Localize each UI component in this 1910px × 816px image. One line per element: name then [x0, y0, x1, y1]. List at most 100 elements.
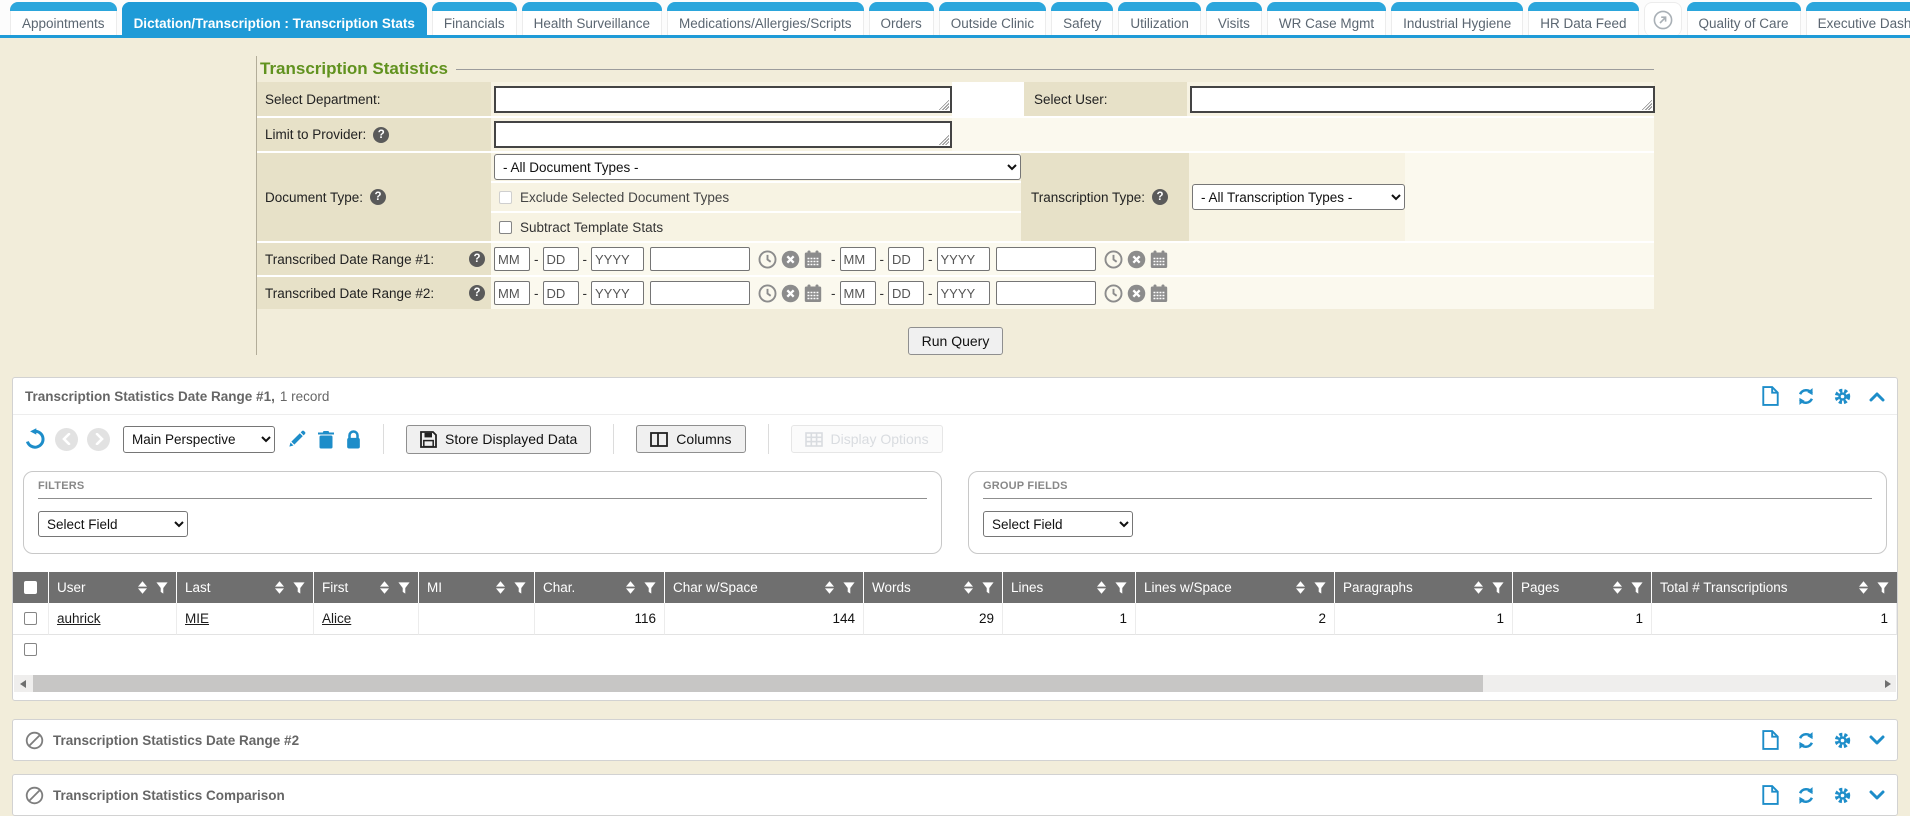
- clear-date-icon[interactable]: [1127, 250, 1146, 269]
- range1-end-year-input[interactable]: [937, 247, 990, 271]
- tab-utilization[interactable]: Utilization: [1118, 2, 1201, 36]
- edit-pencil-icon[interactable]: [287, 430, 306, 449]
- first-name-link[interactable]: Alice: [314, 603, 419, 635]
- filter-funnel-icon[interactable]: [644, 582, 656, 594]
- range2-end-month-input[interactable]: [840, 281, 876, 305]
- calendar-icon[interactable]: [804, 284, 822, 303]
- range1-start-year-input[interactable]: [591, 247, 644, 271]
- gear-icon[interactable]: [1833, 786, 1852, 805]
- next-perspective-icon[interactable]: [87, 428, 110, 451]
- calendar-icon[interactable]: [1150, 284, 1168, 303]
- tab-outside-clinic[interactable]: Outside Clinic: [939, 2, 1046, 36]
- range2-end-day-input[interactable]: [888, 281, 924, 305]
- refresh-icon[interactable]: [1796, 786, 1816, 805]
- help-icon[interactable]: ?: [469, 285, 485, 301]
- column-header-mi[interactable]: MI: [419, 572, 535, 603]
- filter-funnel-icon[interactable]: [1492, 582, 1504, 594]
- collapse-chevron-up-icon[interactable]: [1869, 391, 1885, 402]
- row-checkbox[interactable]: [24, 612, 37, 625]
- sort-icon[interactable]: [138, 581, 147, 594]
- filter-funnel-icon[interactable]: [1115, 582, 1127, 594]
- column-header-lines-w-space[interactable]: Lines w/Space: [1136, 572, 1335, 603]
- tab-safety[interactable]: Safety: [1051, 2, 1113, 36]
- help-icon[interactable]: ?: [370, 189, 386, 205]
- tab-dictation-transcription[interactable]: Dictation/Transcription : Transcription …: [122, 2, 427, 36]
- new-document-icon[interactable]: [1762, 785, 1779, 805]
- range1-start-time-input[interactable]: [650, 247, 750, 271]
- run-query-button[interactable]: Run Query: [908, 327, 1004, 355]
- range2-start-time-input[interactable]: [650, 281, 750, 305]
- column-header-total-transcriptions[interactable]: Total # Transcriptions: [1652, 572, 1897, 603]
- range2-end-time-input[interactable]: [996, 281, 1096, 305]
- select-department-input[interactable]: [494, 86, 952, 113]
- range2-start-day-input[interactable]: [543, 281, 579, 305]
- previous-perspective-icon[interactable]: [55, 428, 78, 451]
- scroll-left-icon[interactable]: [14, 675, 31, 692]
- user-link[interactable]: auhrick: [49, 603, 177, 635]
- new-document-icon[interactable]: [1762, 730, 1779, 750]
- gear-icon[interactable]: [1833, 387, 1852, 406]
- store-displayed-data-button[interactable]: Store Displayed Data: [406, 425, 591, 454]
- last-name-link[interactable]: MIE: [177, 603, 314, 635]
- clock-icon[interactable]: [1104, 250, 1123, 269]
- gear-icon[interactable]: [1833, 731, 1852, 750]
- column-header-paragraphs[interactable]: Paragraphs: [1335, 572, 1513, 603]
- range1-end-day-input[interactable]: [888, 247, 924, 271]
- range1-end-time-input[interactable]: [996, 247, 1096, 271]
- filter-funnel-icon[interactable]: [293, 582, 305, 594]
- column-header-lines[interactable]: Lines: [1003, 572, 1136, 603]
- open-in-new-window-icon[interactable]: [1644, 2, 1682, 36]
- scroll-right-icon[interactable]: [1879, 675, 1896, 692]
- tab-wr-case-mgmt[interactable]: WR Case Mgmt: [1267, 2, 1386, 36]
- sort-icon[interactable]: [496, 581, 505, 594]
- column-header-char-w-space[interactable]: Char w/Space: [665, 572, 864, 603]
- refresh-icon[interactable]: [1796, 387, 1816, 406]
- sort-icon[interactable]: [626, 581, 635, 594]
- group-fields-select-field[interactable]: Select Field: [983, 511, 1133, 537]
- sort-icon[interactable]: [964, 581, 973, 594]
- clock-icon[interactable]: [1104, 284, 1123, 303]
- filter-funnel-icon[interactable]: [1631, 582, 1643, 594]
- horizontal-scrollbar[interactable]: [14, 675, 1896, 692]
- exclude-document-types-checkbox[interactable]: [499, 191, 512, 204]
- help-icon[interactable]: ?: [373, 127, 389, 143]
- clear-date-icon[interactable]: [1127, 284, 1146, 303]
- clear-date-icon[interactable]: [781, 284, 800, 303]
- range1-end-month-input[interactable]: [840, 247, 876, 271]
- new-document-icon[interactable]: [1762, 386, 1779, 406]
- scrollbar-thumb[interactable]: [33, 675, 1483, 692]
- transcription-type-select[interactable]: - All Transcription Types -: [1192, 184, 1405, 210]
- sort-icon[interactable]: [1613, 581, 1622, 594]
- column-header-first[interactable]: First: [314, 572, 419, 603]
- calendar-icon[interactable]: [1150, 250, 1168, 269]
- range2-start-year-input[interactable]: [591, 281, 644, 305]
- filter-funnel-icon[interactable]: [982, 582, 994, 594]
- tab-visits[interactable]: Visits: [1206, 2, 1262, 36]
- column-header-last[interactable]: Last: [177, 572, 314, 603]
- sort-icon[interactable]: [380, 581, 389, 594]
- expand-chevron-down-icon[interactable]: [1869, 735, 1885, 746]
- clock-icon[interactable]: [758, 284, 777, 303]
- range2-end-year-input[interactable]: [937, 281, 990, 305]
- tab-orders[interactable]: Orders: [869, 2, 934, 36]
- lock-icon[interactable]: [346, 430, 361, 449]
- row-checkbox[interactable]: [24, 643, 37, 656]
- undo-icon[interactable]: [23, 428, 46, 450]
- sort-icon[interactable]: [825, 581, 834, 594]
- filter-funnel-icon[interactable]: [156, 582, 168, 594]
- expand-chevron-down-icon[interactable]: [1869, 790, 1885, 801]
- delete-trash-icon[interactable]: [318, 430, 334, 449]
- tab-health-surveillance[interactable]: Health Surveillance: [522, 2, 662, 36]
- column-header-words[interactable]: Words: [864, 572, 1003, 603]
- column-header-pages[interactable]: Pages: [1513, 572, 1652, 603]
- column-header-char[interactable]: Char.: [535, 572, 665, 603]
- select-user-input[interactable]: [1190, 86, 1655, 113]
- limit-to-provider-input[interactable]: [494, 121, 952, 148]
- help-icon[interactable]: ?: [469, 251, 485, 267]
- filter-funnel-icon[interactable]: [398, 582, 410, 594]
- tab-executive-dashboard[interactable]: Executive Dashboard: [1806, 2, 1910, 36]
- clock-icon[interactable]: [758, 250, 777, 269]
- document-type-select[interactable]: - All Document Types -: [494, 154, 1021, 180]
- columns-button[interactable]: Columns: [636, 425, 745, 453]
- sort-icon[interactable]: [1296, 581, 1305, 594]
